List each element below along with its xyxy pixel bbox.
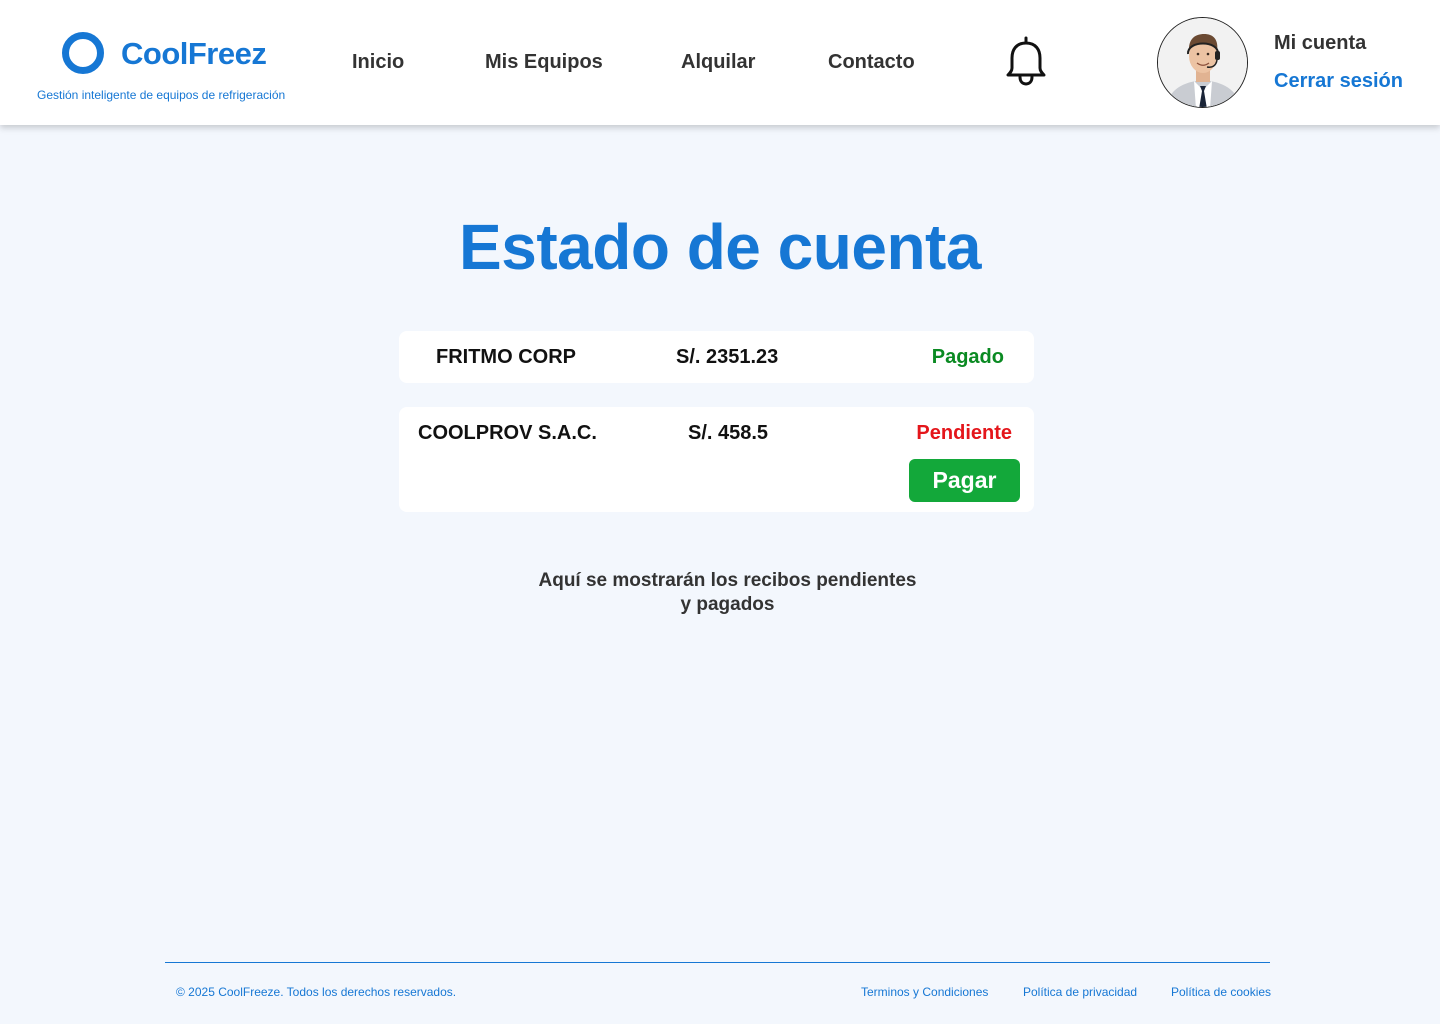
receipt-company: FRITMO CORP (436, 346, 576, 368)
bell-icon[interactable] (1004, 36, 1048, 86)
page-title: Estado de cuenta (459, 211, 981, 283)
footer-link-privacy[interactable]: Política de privacidad (1023, 985, 1137, 999)
footer-link-terms[interactable]: Terminos y Condiciones (861, 985, 988, 999)
receipt-amount: S/. 2351.23 (676, 346, 779, 368)
footer-link-cookies[interactable]: Política de cookies (1171, 985, 1271, 999)
info-message-line: y pagados (680, 594, 775, 615)
info-message: Aquí se mostrarán los recibos pendientes… (0, 569, 1440, 617)
info-message-line: Aquí se mostrarán los recibos pendientes (538, 570, 917, 591)
brand-tagline: Gestión inteligente de equipos de refrig… (37, 88, 286, 102)
footer-divider (165, 962, 1270, 963)
receipt-card: COOLPROV S.A.C. S/. 458.5 Pendiente Paga… (399, 407, 1034, 512)
receipt-status-paid: Pagado (931, 346, 1004, 368)
my-account-link[interactable]: Mi cuenta (1274, 32, 1366, 55)
receipt-card: FRITMO CORP S/. 2351.23 Pagado (399, 331, 1034, 383)
nav-item-contacto[interactable]: Contacto (828, 51, 915, 74)
nav-item-alquilar[interactable]: Alquilar (681, 51, 755, 74)
ring-logo-icon[interactable] (62, 32, 104, 74)
avatar[interactable] (1157, 17, 1248, 108)
nav-item-mis-equipos[interactable]: Mis Equipos (485, 51, 603, 74)
receipt-company: COOLPROV S.A.C. (418, 422, 597, 444)
copyright-text: © 2025 CoolFreeze. Todos los derechos re… (176, 985, 457, 999)
receipt-amount: S/. 458.5 (688, 422, 769, 444)
nav-item-inicio[interactable]: Inicio (352, 51, 404, 74)
top-header: CoolFreez Gestión inteligente de equipos… (0, 0, 1440, 125)
brand-logo-text[interactable]: CoolFreez (121, 36, 267, 72)
logout-link[interactable]: Cerrar sesión (1274, 70, 1403, 93)
pay-button[interactable]: Pagar (909, 459, 1020, 502)
receipt-status-pending: Pendiente (916, 422, 1012, 444)
